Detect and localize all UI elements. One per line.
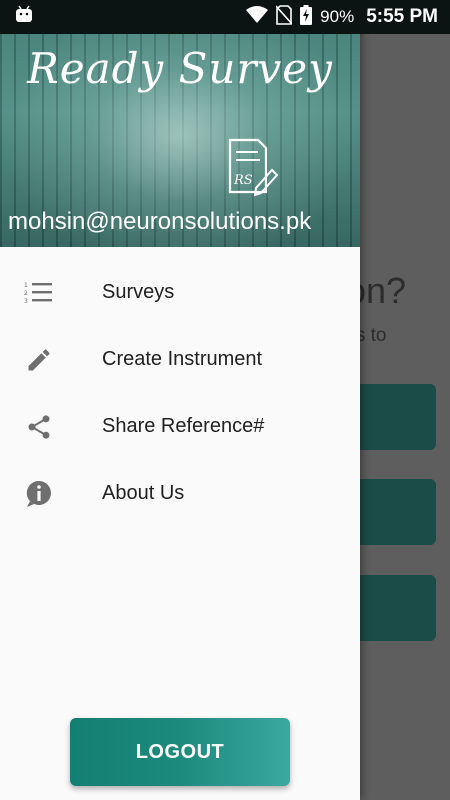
wifi-icon [246,5,269,29]
menu-item-about-us[interactable]: About Us [0,460,360,527]
drawer-header: Ready Survey RS mohsin@neuronsolutions.p… [0,0,360,247]
status-time: 5:55 PM [366,6,438,27]
numbered-list-icon: 1 2 3 [24,278,54,308]
drawer-menu: 1 2 3 Surveys Create Instrument Share Re… [0,247,360,527]
pencil-icon [24,345,54,375]
android-icon [14,5,34,30]
share-icon [24,412,54,442]
no-sim-icon [275,4,293,30]
status-bar: 90% 5:55 PM [0,0,450,34]
svg-text:2: 2 [24,290,28,297]
user-email: mohsin@neuronsolutions.pk [8,208,312,235]
info-icon [24,479,54,509]
logout-button[interactable]: LOGOUT [70,718,290,786]
document-pen-logo-icon: RS [226,138,279,200]
menu-item-share-reference[interactable]: Share Reference# [0,393,360,460]
menu-item-surveys[interactable]: 1 2 3 Surveys [0,259,360,326]
app-title: Ready Survey [27,44,333,93]
svg-text:1: 1 [24,282,28,289]
navigation-drawer: Ready Survey RS mohsin@neuronsolutions.p… [0,0,360,800]
menu-item-label: Create Instrument [102,348,263,370]
menu-item-label: Surveys [102,281,175,303]
battery-charging-icon [300,4,313,30]
svg-text:RS: RS [233,173,253,188]
battery-percent: 90% [320,7,355,26]
svg-text:3: 3 [24,298,28,305]
menu-item-label: About Us [102,482,185,504]
menu-item-create-instrument[interactable]: Create Instrument [0,326,360,393]
menu-item-label: Share Reference# [102,415,265,437]
